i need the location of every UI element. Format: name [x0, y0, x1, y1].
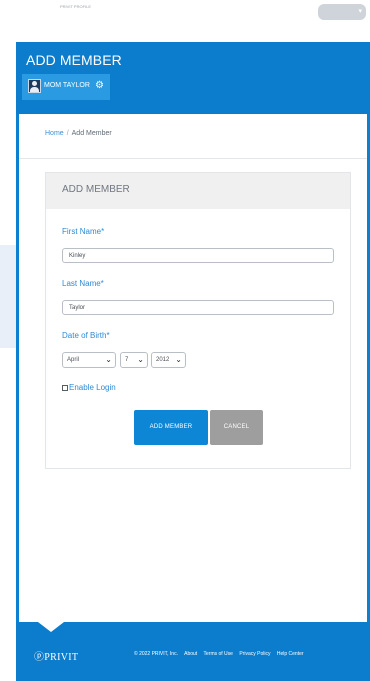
top-logo: PRIVIT PROFILE — [60, 4, 92, 9]
add-member-button[interactable]: ADD MEMBER — [134, 410, 208, 445]
enable-login-label: Enable Login — [69, 383, 116, 392]
top-bar: PRIVIT PROFILE ▾ — [0, 0, 370, 42]
divider — [19, 158, 367, 159]
footer-link-privacy[interactable]: Privacy Policy — [239, 651, 270, 657]
breadcrumb-home-link[interactable]: Home — [45, 130, 64, 137]
member-selector[interactable]: MOM TAYLOR ⚙ — [22, 74, 110, 100]
footer-notch — [38, 622, 64, 632]
footer-copyright: © 2022 PRIVIT, Inc. — [134, 651, 178, 657]
footer-link-about[interactable]: About — [184, 651, 197, 657]
footer: ⓟPRIVIT © 2022 PRIVIT, Inc. About Terms … — [16, 622, 370, 681]
last-name-input[interactable]: Taylor — [62, 300, 334, 315]
dob-year-select[interactable]: 2012 ⌄ — [151, 352, 186, 368]
dob-month-value: April — [67, 357, 80, 363]
chevron-down-icon: ▾ — [358, 8, 362, 15]
enable-login-row[interactable]: Enable Login — [62, 383, 116, 392]
breadcrumb-separator: / — [66, 130, 69, 137]
footer-logo: ⓟPRIVIT — [34, 652, 79, 663]
page-header: ADD MEMBER MOM TAYLOR ⚙ — [16, 42, 370, 114]
enable-login-checkbox[interactable] — [62, 385, 68, 391]
user-menu-button[interactable]: ▾ — [318, 4, 366, 20]
dob-label: Date of Birth* — [62, 331, 110, 340]
dob-day-select[interactable]: 7 ⌄ — [120, 352, 148, 368]
footer-link-help[interactable]: Help Center — [277, 651, 304, 657]
dob-day-value: 7 — [125, 357, 129, 363]
footer-link-terms[interactable]: Terms of Use — [204, 651, 233, 657]
chevron-down-icon: ⌄ — [105, 355, 112, 364]
last-name-label: Last Name* — [62, 279, 104, 288]
breadcrumb-current: Add Member — [71, 130, 112, 137]
footer-links: © 2022 PRIVIT, Inc. About Terms of Use P… — [134, 651, 309, 657]
card-header: ADD MEMBER — [46, 173, 350, 209]
chevron-down-icon: ⌄ — [175, 355, 182, 364]
gear-icon[interactable]: ⚙ — [95, 79, 104, 93]
chevron-down-icon: ⌄ — [137, 355, 144, 364]
add-member-card: ADD MEMBER First Name* Kinley Last Name*… — [45, 172, 351, 469]
dob-year-value: 2012 — [156, 357, 170, 363]
cancel-button[interactable]: CANCEL — [210, 410, 263, 445]
card-title: ADD MEMBER — [62, 184, 130, 195]
avatar — [28, 79, 41, 93]
dob-month-select[interactable]: April ⌄ — [62, 352, 116, 368]
page-title: ADD MEMBER — [26, 52, 122, 68]
breadcrumb: Home / Add Member — [45, 130, 112, 137]
left-frame-border — [16, 42, 19, 642]
first-name-label: First Name* — [62, 227, 105, 236]
background-panel — [0, 245, 16, 348]
member-name: MOM TAYLOR — [44, 82, 90, 89]
first-name-input[interactable]: Kinley — [62, 248, 334, 263]
